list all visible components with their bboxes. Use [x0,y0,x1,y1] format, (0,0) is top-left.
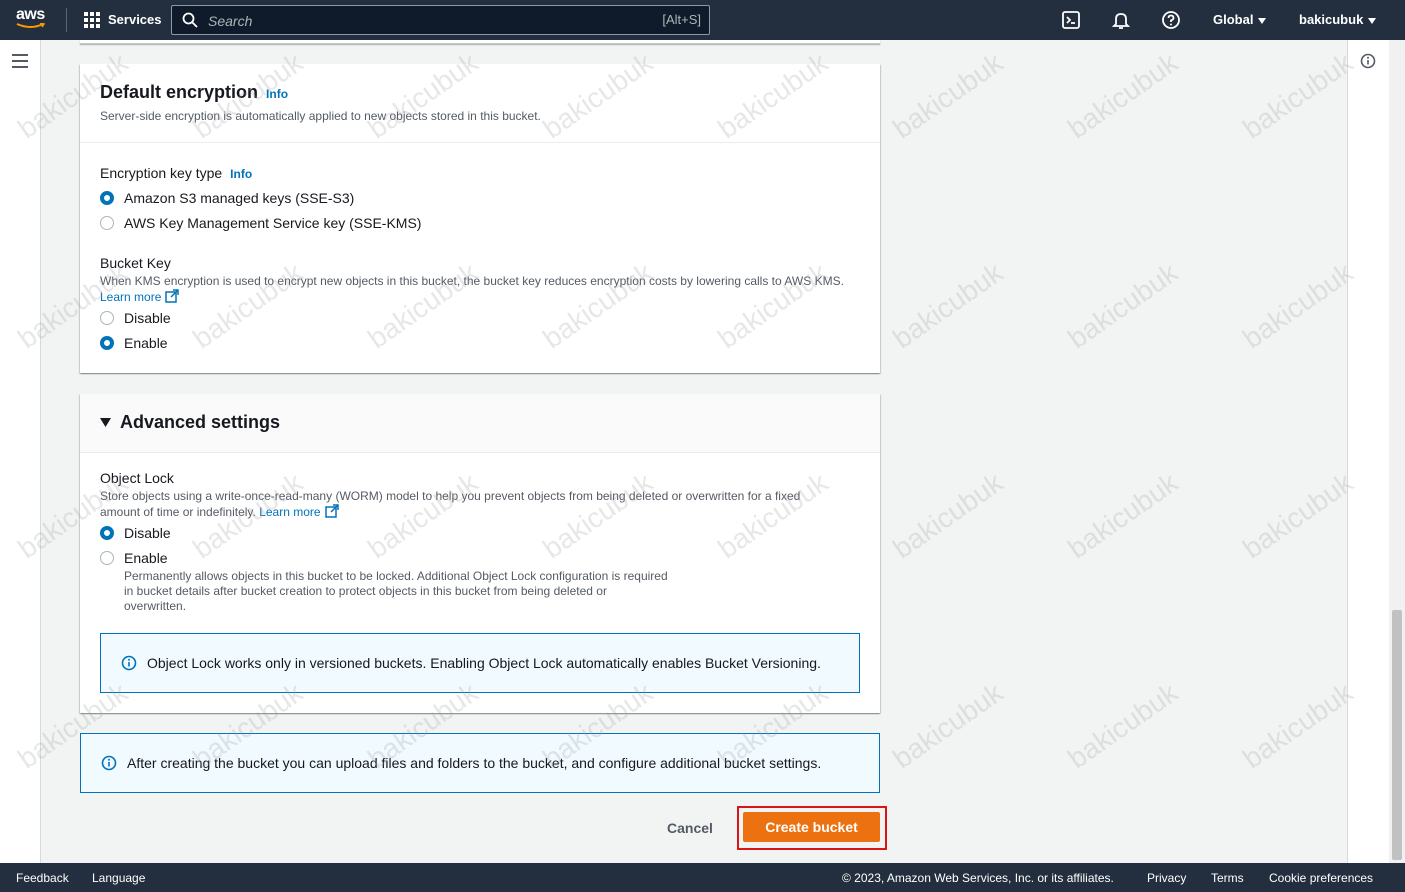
account-menu[interactable]: bakicubuk [1299,12,1377,27]
advanced-settings-header[interactable]: Advanced settings [80,394,880,453]
account-label: bakicubuk [1299,12,1364,27]
footer-feedback-link[interactable]: Feedback [16,871,69,885]
previous-panel-edge [80,40,880,44]
advanced-settings-panel: Advanced settings Object Lock Store obje… [80,394,880,713]
radio-object-lock-disable-label[interactable]: Disable [124,525,171,541]
cancel-button[interactable]: Cancel [652,814,728,842]
external-link-icon [165,289,180,303]
bucket-key-description: When KMS encryption is used to encrypt n… [100,274,870,288]
region-label: Global [1213,12,1254,27]
region-selector[interactable]: Global [1213,12,1267,27]
caret-down-icon [1258,17,1267,24]
search-icon [182,12,198,28]
help-icon[interactable] [1161,10,1181,30]
create-bucket-button[interactable]: Create bucket [743,812,880,842]
radio-object-lock-disable[interactable] [100,526,114,540]
radio-sse-s3[interactable] [100,191,114,205]
default-encryption-title: Default encryption [100,82,259,102]
radio-sse-s3-label[interactable]: Amazon S3 managed keys (SSE-S3) [124,190,354,206]
encryption-key-type-label: Encryption key type [100,165,223,181]
info-icon [121,655,137,671]
menu-hamburger-icon[interactable] [12,54,28,68]
radio-sse-kms[interactable] [100,216,114,230]
topbar-divider [66,8,67,32]
radio-sse-kms-label[interactable]: AWS Key Management Service key (SSE-KMS) [124,215,421,231]
cloudshell-icon[interactable] [1061,10,1081,30]
right-tools-strip [1347,40,1390,863]
default-encryption-description: Server-side encryption is automatically … [100,109,541,123]
footer-language-link[interactable]: Language [92,871,145,885]
external-link-icon [324,504,339,518]
services-menu-button[interactable]: Services [108,12,162,27]
footer-cookie-preferences-link[interactable]: Cookie preferences [1269,871,1373,885]
default-encryption-info-link[interactable]: Info [266,87,288,101]
bucket-creation-info-alert: After creating the bucket you can upload… [80,733,880,793]
search-shortcut-hint: [Alt+S] [662,12,701,27]
aws-logo[interactable]: aws [16,7,52,33]
watermark-text: bakicubuk [887,46,1009,145]
advanced-settings-title[interactable]: Advanced settings [120,412,280,433]
encryption-key-type-info-link[interactable]: Info [230,167,252,181]
aws-smile-icon [16,23,46,28]
watermark-text: bakicubuk [1062,676,1184,775]
watermark-text: bakicubuk [887,466,1009,565]
radio-bucket-key-enable[interactable] [100,336,114,350]
panel-title-row: Default encryption Info [100,82,288,103]
radio-object-lock-enable-label[interactable]: Enable [124,550,168,566]
bucket-key-learn-more[interactable]: Learn more [100,289,180,304]
watermark-text: bakicubuk [1237,46,1359,145]
footer-copyright: © 2023, Amazon Web Services, Inc. or its… [842,871,1114,885]
caret-down-icon [1368,17,1377,24]
object-lock-description: Store objects using a write-once-read-ma… [100,489,840,520]
object-lock-alert-text: Object Lock works only in versioned buck… [147,655,821,671]
watermark-text: bakicubuk [1237,466,1359,565]
notifications-bell-icon[interactable] [1111,10,1131,30]
bucket-creation-alert-text: After creating the bucket you can upload… [127,755,822,771]
radio-object-lock-enable[interactable] [100,551,114,565]
search-bar[interactable]: [Alt+S] [171,5,710,35]
watermark-text: bakicubuk [1062,466,1184,565]
watermark-text: bakicubuk [1237,256,1359,355]
watermark-text: bakicubuk [887,676,1009,775]
bucket-key-label: Bucket Key [100,255,171,271]
watermark-text: bakicubuk [1062,46,1184,145]
footer-terms-link[interactable]: Terms [1211,871,1244,885]
watermark-text: bakicubuk [887,256,1009,355]
console-footer: Feedback Language © 2023, Amazon Web Ser… [0,863,1405,892]
radio-bucket-key-enable-label[interactable]: Enable [124,335,168,351]
services-grid-icon[interactable] [84,12,100,28]
scrollbar-thumb[interactable] [1392,610,1402,860]
caret-down-icon [100,418,111,427]
info-panel-icon[interactable] [1360,53,1376,69]
radio-bucket-key-disable[interactable] [100,311,114,325]
radio-bucket-key-disable-label[interactable]: Disable [124,310,171,326]
object-lock-enable-description: Permanently allows objects in this bucke… [124,569,668,613]
info-icon [101,755,117,771]
object-lock-learn-more-link[interactable]: Learn more [259,505,320,519]
watermark-text: bakicubuk [1062,256,1184,355]
default-encryption-panel: Default encryption Info Server-side encry… [80,64,880,373]
default-encryption-header: Default encryption Info Server-side encry… [80,64,880,143]
top-navigation-bar: aws Services [Alt+S] Global bakicubuk [0,0,1405,40]
aws-logo-text: aws [16,6,45,23]
left-navigation-strip [0,40,41,863]
bucket-key-description-text: When KMS encryption is used to encrypt n… [100,274,844,288]
encryption-key-type-row: Encryption key type Info [100,165,252,183]
watermark-text: bakicubuk [1237,676,1359,775]
bucket-key-learn-more-link[interactable]: Learn more [100,290,161,304]
footer-privacy-link[interactable]: Privacy [1147,871,1186,885]
object-lock-description-text: Store objects using a write-once-read-ma… [100,489,801,519]
page-scrollbar[interactable] [1389,40,1405,863]
object-lock-info-alert: Object Lock works only in versioned buck… [100,633,860,693]
search-input[interactable] [206,10,630,32]
object-lock-label: Object Lock [100,470,174,486]
